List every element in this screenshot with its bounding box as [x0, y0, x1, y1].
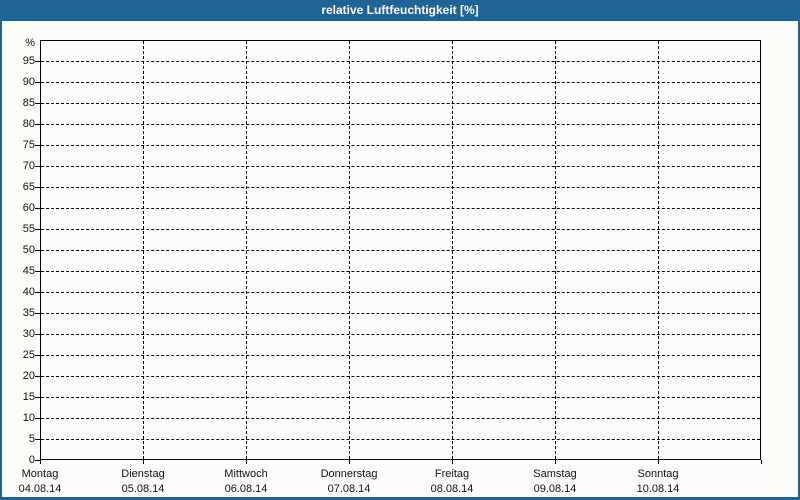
x-tick-mark	[761, 460, 762, 464]
y-tick-label: 30	[22, 328, 35, 340]
x-axis-date-label: 07.08.14	[327, 483, 371, 495]
x-axis-day-label: Samstag	[533, 468, 577, 480]
x-axis-label: Mittwoch 06.08.14	[194, 467, 298, 497]
y-tick-mark	[35, 103, 40, 104]
x-axis-label: Montag 04.08.14	[0, 467, 92, 497]
y-tick-label: 35	[22, 307, 35, 319]
y-tick-label: 0	[28, 454, 35, 466]
y-gridline	[41, 82, 760, 83]
x-axis-date-label: 08.08.14	[430, 483, 474, 495]
y-tick-mark	[35, 397, 40, 398]
window-frame-left	[0, 0, 2, 500]
x-tick-mark	[246, 460, 247, 464]
y-gridline	[41, 250, 760, 251]
x-axis-day-label: Donnerstag	[320, 468, 378, 480]
y-tick-mark	[35, 82, 40, 83]
y-gridline	[41, 61, 760, 62]
y-gridline	[41, 313, 760, 314]
y-gridline	[41, 292, 760, 293]
y-tick-mark	[35, 313, 40, 314]
x-tick-mark	[349, 460, 350, 464]
y-tick-mark	[35, 187, 40, 188]
x-axis-label: Dienstag 05.08.14	[91, 467, 195, 497]
y-tick-mark	[35, 271, 40, 272]
y-tick-label: 15	[22, 391, 35, 403]
x-axis-day-label: Mittwoch	[224, 468, 268, 480]
y-gridline	[41, 397, 760, 398]
y-tick-mark	[35, 124, 40, 125]
plot-area	[40, 40, 761, 460]
y-tick-label: 70	[22, 160, 35, 172]
y-gridline	[41, 355, 760, 356]
x-gridline	[349, 41, 350, 459]
x-tick-mark	[658, 460, 659, 464]
y-axis-unit-label: %	[25, 37, 35, 49]
y-tick-mark	[35, 229, 40, 230]
x-axis-label: Freitag 08.08.14	[400, 467, 504, 497]
x-axis-label: Sonntag 10.08.14	[606, 467, 710, 497]
y-gridline	[41, 145, 760, 146]
y-tick-label: 95	[22, 55, 35, 67]
x-axis-label: Samstag 09.08.14	[503, 467, 607, 497]
x-axis-date-label: 09.08.14	[533, 483, 577, 495]
y-tick-label: 60	[22, 202, 35, 214]
y-tick-label: 25	[22, 349, 35, 361]
x-axis-day-label: Sonntag	[637, 468, 679, 480]
chart-window: relative Luftfeuchtigkeit [%] % 0 5 10 15 20…	[0, 0, 800, 500]
x-axis-label: Donnerstag 07.08.14	[297, 467, 401, 497]
y-tick-mark	[35, 418, 40, 419]
x-tick-mark	[40, 460, 41, 464]
x-gridline	[452, 41, 453, 459]
y-gridline	[41, 187, 760, 188]
x-gridline	[555, 41, 556, 459]
x-tick-mark	[452, 460, 453, 464]
y-tick-mark	[35, 208, 40, 209]
x-axis-day-label: Montag	[21, 468, 59, 480]
y-tick-mark	[35, 61, 40, 62]
y-tick-mark	[35, 145, 40, 146]
y-tick-label: 10	[22, 412, 35, 424]
y-tick-label: 85	[22, 97, 35, 109]
y-tick-mark	[35, 292, 40, 293]
y-tick-label: 75	[22, 139, 35, 151]
y-tick-label: 20	[22, 370, 35, 382]
x-tick-mark	[555, 460, 556, 464]
x-axis-date-label: 05.08.14	[121, 483, 165, 495]
y-gridline	[41, 439, 760, 440]
y-tick-mark	[35, 439, 40, 440]
y-tick-mark	[35, 355, 40, 356]
x-gridline	[246, 41, 247, 459]
x-axis-day-label: Freitag	[434, 468, 470, 480]
y-tick-mark	[35, 334, 40, 335]
y-gridline	[41, 376, 760, 377]
x-axis-date-label: 06.08.14	[224, 483, 268, 495]
y-tick-label: 90	[22, 76, 35, 88]
x-gridline	[143, 41, 144, 459]
x-axis-date-label: 04.08.14	[18, 483, 62, 495]
y-gridline	[41, 229, 760, 230]
y-gridline	[41, 271, 760, 272]
y-tick-label: 65	[22, 181, 35, 193]
y-tick-label: 80	[22, 118, 35, 130]
y-tick-label: 55	[22, 223, 35, 235]
y-tick-label: 5	[28, 433, 35, 445]
y-tick-label: 45	[22, 265, 35, 277]
y-gridline	[41, 334, 760, 335]
x-axis-day-label: Dienstag	[121, 468, 165, 480]
y-gridline	[41, 103, 760, 104]
y-gridline	[41, 418, 760, 419]
y-tick-label: 40	[22, 286, 35, 298]
y-tick-label: 50	[22, 244, 35, 256]
x-axis-date-label: 10.08.14	[636, 483, 680, 495]
y-tick-mark	[35, 250, 40, 251]
y-gridline	[41, 124, 760, 125]
y-gridline	[41, 166, 760, 167]
x-gridline	[658, 41, 659, 459]
y-gridline	[41, 208, 760, 209]
y-tick-mark	[35, 376, 40, 377]
chart-canvas: % 0 5 10 15 20 25 30 35 40 45 50 55 60 65 70 75 80 85 90 95…	[0, 0, 800, 500]
y-tick-mark	[35, 166, 40, 167]
x-tick-mark	[143, 460, 144, 464]
